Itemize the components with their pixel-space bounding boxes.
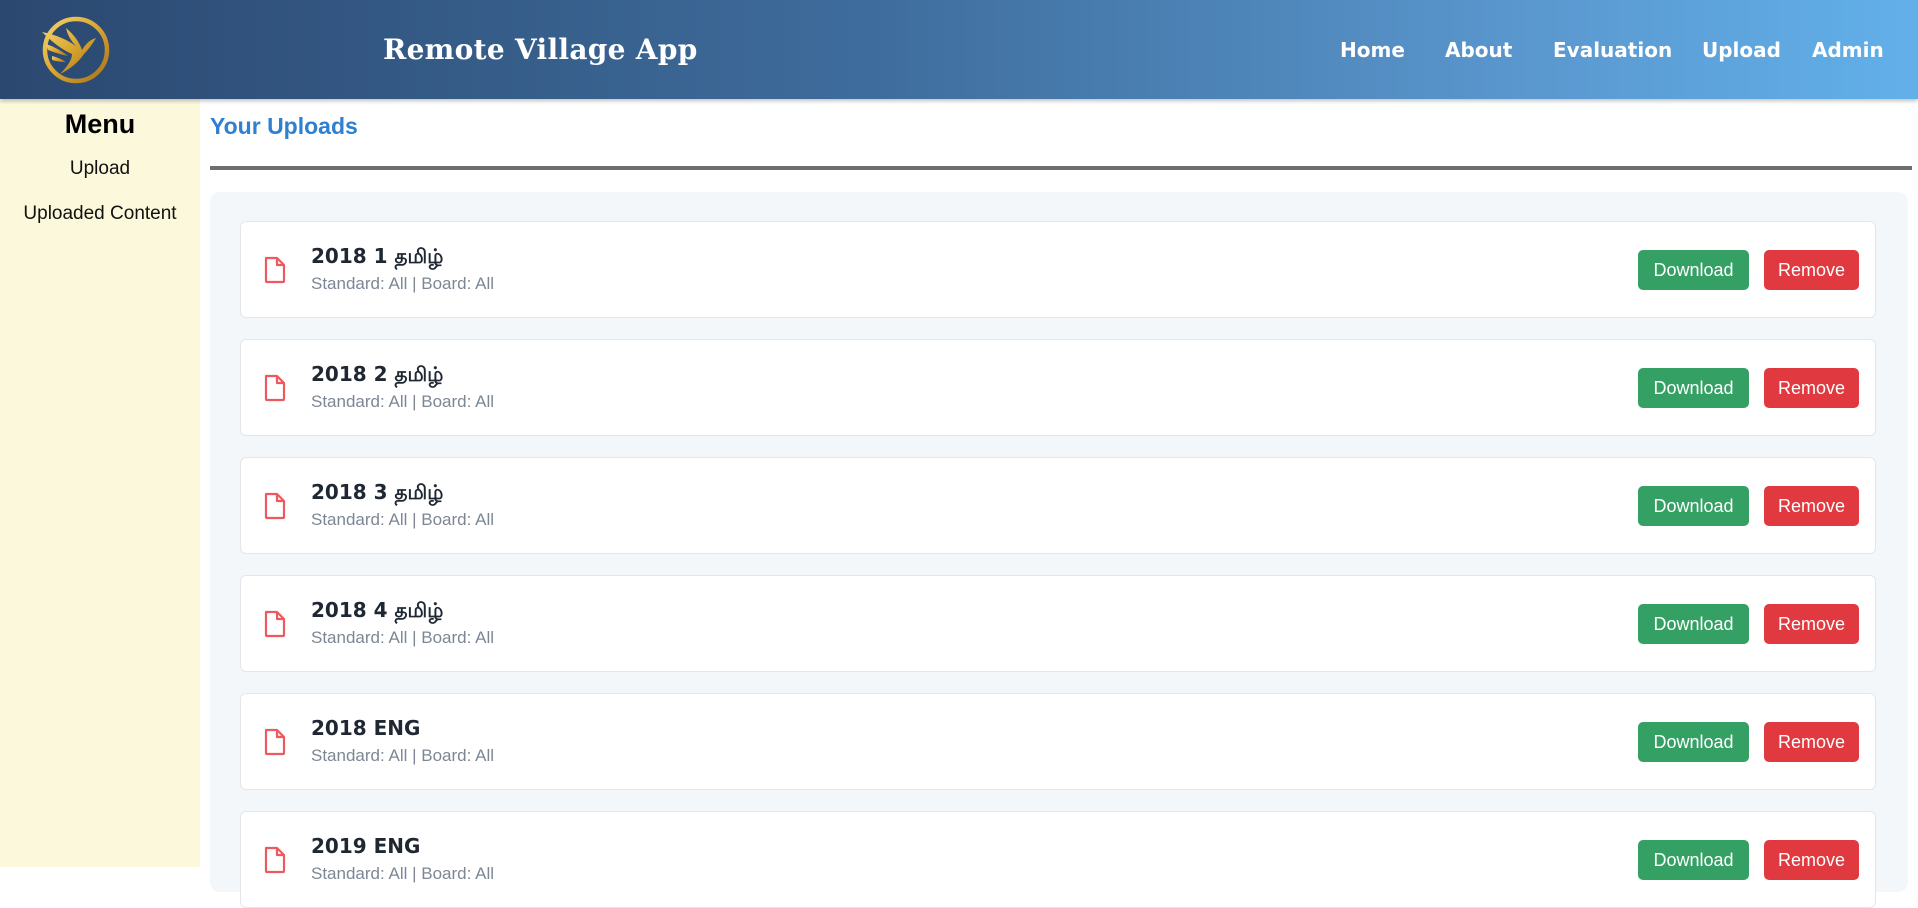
upload-meta: Standard: All | Board: All — [311, 864, 495, 883]
page-title: Your Uploads — [210, 113, 358, 139]
upload-meta: Standard: All | Board: All — [311, 628, 495, 647]
download-button[interactable]: Download — [1638, 250, 1749, 290]
list-item: 2018 ENG Standard: All | Board: All Down… — [240, 693, 1876, 790]
nav-home[interactable]: Home — [1340, 38, 1405, 62]
remove-button[interactable]: Remove — [1764, 604, 1859, 644]
file-icon — [264, 374, 286, 402]
app-header: Remote Village App Home About Evaluation… — [0, 0, 1918, 99]
main-content: Your Uploads 2018 1 தமிழ் Standard: All … — [200, 99, 1918, 908]
upload-meta: Standard: All | Board: All — [311, 746, 495, 765]
list-item: 2018 3 தமிழ் Standard: All | Board: All … — [240, 457, 1876, 554]
download-button[interactable]: Download — [1638, 368, 1749, 408]
upload-title: 2018 4 தமிழ் — [311, 598, 444, 622]
file-icon — [264, 728, 286, 756]
nav-about[interactable]: About — [1445, 38, 1512, 62]
download-button[interactable]: Download — [1638, 486, 1749, 526]
sidebar-title: Menu — [64, 109, 136, 139]
upload-title: 2019 ENG — [311, 834, 421, 858]
download-button[interactable]: Download — [1638, 604, 1749, 644]
sidebar: Menu Upload Uploaded Content — [0, 99, 200, 867]
remove-button[interactable]: Remove — [1764, 368, 1859, 408]
upload-title: 2018 ENG — [311, 716, 421, 740]
nav-upload[interactable]: Upload — [1702, 38, 1781, 62]
list-item: 2018 2 தமிழ் Standard: All | Board: All … — [240, 339, 1876, 436]
sidebar-item-upload[interactable]: Upload — [0, 158, 200, 180]
file-icon — [264, 256, 286, 284]
uploads-list: 2018 1 தமிழ் Standard: All | Board: All … — [210, 192, 1908, 908]
title-divider — [210, 166, 1912, 170]
remove-button[interactable]: Remove — [1764, 250, 1859, 290]
upload-meta: Standard: All | Board: All — [311, 274, 495, 293]
nav-admin[interactable]: Admin — [1812, 38, 1884, 62]
remove-button[interactable]: Remove — [1764, 840, 1859, 880]
download-button[interactable]: Download — [1638, 840, 1749, 880]
list-item: 2019 ENG Standard: All | Board: All Down… — [240, 811, 1876, 908]
download-button[interactable]: Download — [1638, 722, 1749, 762]
app-title: Remote Village App — [383, 33, 698, 66]
file-icon — [264, 846, 286, 874]
upload-title: 2018 3 தமிழ் — [311, 480, 444, 504]
remove-button[interactable]: Remove — [1764, 486, 1859, 526]
upload-title: 2018 1 தமிழ் — [311, 244, 444, 268]
nav-evaluation[interactable]: Evaluation — [1553, 38, 1672, 62]
sidebar-item-uploaded-content[interactable]: Uploaded Content — [0, 203, 200, 225]
list-item: 2018 4 தமிழ் Standard: All | Board: All … — [240, 575, 1876, 672]
file-icon — [264, 492, 286, 520]
upload-meta: Standard: All | Board: All — [311, 510, 495, 529]
upload-title: 2018 2 தமிழ் — [311, 362, 444, 386]
bird-logo-icon[interactable] — [38, 14, 110, 86]
upload-meta: Standard: All | Board: All — [311, 392, 495, 411]
file-icon — [264, 610, 286, 638]
list-item: 2018 1 தமிழ் Standard: All | Board: All … — [240, 221, 1876, 318]
remove-button[interactable]: Remove — [1764, 722, 1859, 762]
